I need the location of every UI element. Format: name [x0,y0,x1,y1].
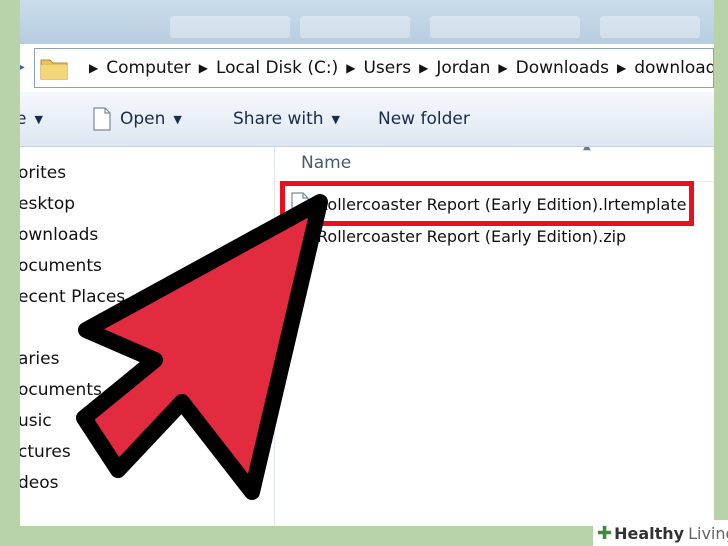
blurred-taskbar-item [430,16,580,38]
command-toolbar: e ▼ Open ▼ Share with ▼ New folder [20,92,714,147]
file-row-zip[interactable]: Rollercoaster Report (Early Edition).zip [289,221,714,251]
new-folder-button[interactable]: New folder [378,92,470,146]
open-label: Open [120,109,166,129]
column-divider [275,181,714,182]
zip-archive-icon [291,226,309,246]
column-header-name[interactable]: Name [301,153,351,173]
breadcrumb-downloads[interactable]: Downloads [516,58,609,78]
share-with-label: Share with [233,109,324,129]
sidebar-item-favorites[interactable]: orites [20,163,66,183]
watermark-brand-light: Living [688,523,728,543]
organize-label: e [20,109,27,129]
breadcrumb-users[interactable]: Users [363,58,411,78]
document-icon [93,107,111,131]
back-nav-icon[interactable]: ▶ [20,59,25,75]
breadcrumb-arrow-icon[interactable]: ▶ [346,61,355,75]
folder-icon [40,59,68,80]
blurred-taskbar-item [600,16,700,38]
sidebar-item-pictures[interactable]: ctures [20,442,71,462]
breadcrumb-computer[interactable]: Computer [106,58,191,78]
breadcrumb-download-folder[interactable]: download [634,58,713,78]
sidebar-item-documents[interactable]: ocuments [20,256,102,276]
blurred-taskbar-item [170,16,290,38]
sidebar-item-videos[interactable]: deos [20,473,59,493]
breadcrumb-arrow-icon[interactable]: ▶ [498,61,507,75]
file-list-pane: ▲ Name Rollercoaster Report (Early Editi… [275,147,714,526]
sidebar-item-recent-places[interactable]: ecent Places [20,287,125,307]
plus-cross-icon: ✚ [597,522,613,544]
blurred-taskbar-item [300,16,410,38]
breadcrumb-arrow-icon[interactable]: ▶ [199,61,208,75]
sidebar-item-libraries[interactable]: aries [20,349,59,369]
file-row-lrtemplate[interactable]: Rollercoaster Report (Early Edition).lrt… [289,189,714,219]
healthy-living-watermark: ✚ Healthy Living [593,520,728,546]
sort-ascending-icon: ▲ [583,147,591,152]
breadcrumb-arrow-icon[interactable]: ▶ [617,61,626,75]
watermark-brand-bold: Healthy [614,523,685,543]
chevron-down-icon: ▼ [173,112,182,126]
explorer-window: ▶ ▶ Computer ▶ Local Disk (C:) ▶ Users ▶… [20,0,714,526]
chevron-down-icon: ▼ [331,112,340,126]
breadcrumb-arrow-icon[interactable]: ▶ [419,61,428,75]
file-name: Rollercoaster Report (Early Edition).zip [317,226,627,246]
title-bar [20,0,714,44]
address-bar[interactable]: ▶ Computer ▶ Local Disk (C:) ▶ Users ▶ J… [34,48,714,88]
document-icon [291,192,309,216]
navigation-pane: orites esktop ownloads ocuments ecent Pl… [20,147,275,526]
file-name: Rollercoaster Report (Early Edition).lrt… [317,194,687,214]
organize-button[interactable]: e ▼ [20,92,43,146]
sidebar-item-music[interactable]: usic [20,411,52,431]
open-button[interactable]: Open ▼ [92,92,182,146]
breadcrumb-local-disk[interactable]: Local Disk (C:) [216,58,338,78]
sidebar-item-downloads[interactable]: ownloads [20,225,98,245]
chevron-down-icon: ▼ [34,112,43,126]
breadcrumb-jordan[interactable]: Jordan [436,58,490,78]
breadcrumb-arrow-icon[interactable]: ▶ [89,61,98,75]
share-with-button[interactable]: Share with ▼ [233,92,340,146]
sidebar-item-desktop[interactable]: esktop [20,194,75,214]
new-folder-label: New folder [378,109,470,129]
sidebar-item-library-documents[interactable]: ocuments [20,380,102,400]
